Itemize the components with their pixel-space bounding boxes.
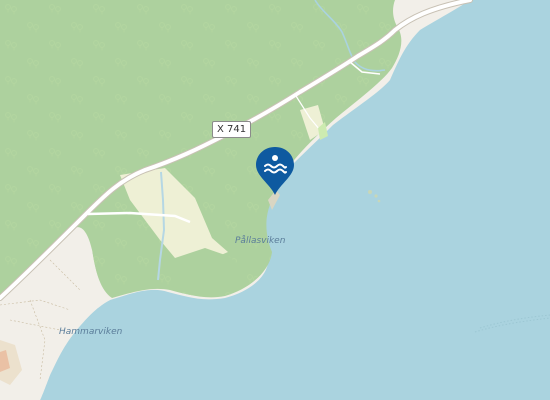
road-shield-x741: X 741 [212,121,252,138]
place-label-pallasviken: Pållasviken [235,236,286,246]
swimming-location-marker[interactable] [254,146,296,196]
map-tiles[interactable] [0,0,550,400]
map-view[interactable]: X 741 Pållasviken Hammarviken [0,0,550,400]
marker-pin [256,147,294,195]
place-label-hammarviken: Hammarviken [59,327,123,337]
